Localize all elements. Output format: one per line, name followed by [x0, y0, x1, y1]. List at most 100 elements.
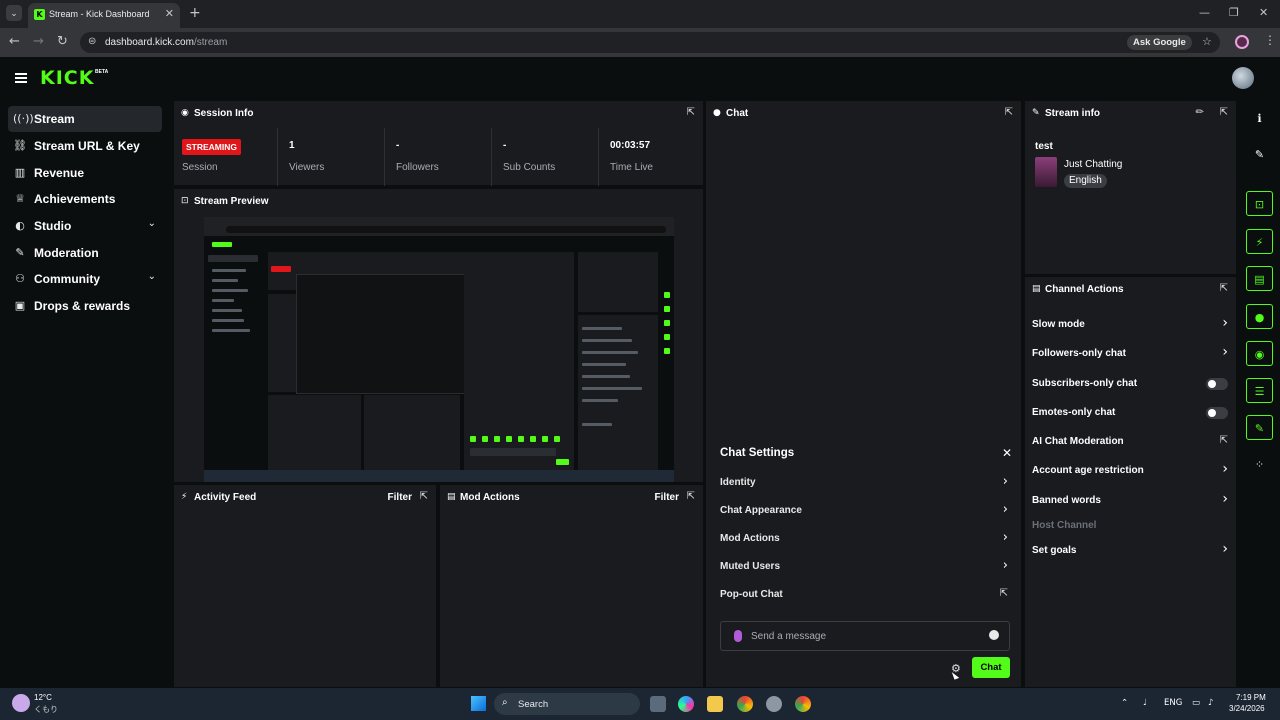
popout-icon[interactable]: ⇱: [1220, 283, 1228, 294]
ask-google-button[interactable]: Ask Google: [1127, 35, 1192, 50]
popout-icon[interactable]: ⇱: [420, 491, 428, 502]
close-window-button[interactable]: ✕: [1259, 6, 1268, 19]
chat-bubble-icon[interactable]: ●: [1246, 304, 1273, 329]
preview-line: [582, 375, 630, 378]
sidebar-item-stream-url-key[interactable]: ⛓ Stream URL & Key: [8, 133, 162, 159]
emotes-only-toggle[interactable]: [1206, 407, 1228, 419]
menu-toggle-icon[interactable]: [15, 73, 27, 83]
popout-icon[interactable]: ⇱: [687, 107, 695, 118]
chat-send-button[interactable]: Chat: [972, 657, 1010, 678]
windows-start-icon[interactable]: [471, 696, 486, 711]
filter-button[interactable]: Filter: [655, 492, 679, 503]
subscribers-only-toggle[interactable]: [1206, 378, 1228, 390]
tab-close-icon[interactable]: ✕: [165, 7, 174, 20]
chat-message-input[interactable]: [751, 627, 981, 645]
wrench-icon[interactable]: ✎: [1246, 415, 1273, 440]
app-icon[interactable]: [766, 696, 782, 712]
copilot-icon[interactable]: [678, 696, 694, 712]
sidebar-item-stream[interactable]: ((·)) Stream: [8, 106, 162, 132]
task-view-icon[interactable]: [650, 696, 666, 712]
preview-browser-bar: [204, 217, 674, 236]
site-info-icon[interactable]: ⊜: [88, 36, 96, 47]
chat-setting-popout[interactable]: Pop-out Chat ⇱: [720, 585, 1010, 605]
action-set-goals[interactable]: Set goals ›: [1032, 540, 1230, 562]
sidebar-item-revenue[interactable]: ▥ Revenue: [8, 160, 162, 186]
file-explorer-icon[interactable]: [707, 696, 723, 712]
chat-setting-muted-users[interactable]: Muted Users ›: [720, 557, 1010, 577]
restore-button[interactable]: ❐: [1229, 6, 1239, 19]
sidebar-item-studio[interactable]: ◐ Studio ⌄: [8, 213, 162, 239]
preview-line: [212, 279, 238, 282]
emoji-icon[interactable]: [989, 630, 999, 640]
action-slow-mode[interactable]: Slow mode ›: [1032, 314, 1230, 336]
network-icon[interactable]: ▭: [1192, 698, 1200, 708]
stat-label: Time Live: [610, 162, 653, 173]
action-label: Set goals: [1032, 545, 1077, 556]
action-banned-words[interactable]: Banned words ›: [1032, 490, 1230, 512]
action-ai-moderation[interactable]: AI Chat Moderation ⇱: [1032, 431, 1230, 453]
sidebar-item-label: Achievements: [34, 192, 116, 206]
mic-tray-icon[interactable]: ♩: [1143, 698, 1147, 708]
volume-icon[interactable]: ♪: [1208, 698, 1213, 708]
clock-time[interactable]: 7:19 PM: [1236, 693, 1266, 702]
popout-icon[interactable]: ⇱: [687, 491, 695, 502]
stream-category: Just Chatting: [1064, 159, 1123, 170]
tab-search-button[interactable]: ⌄: [6, 5, 22, 21]
sidebar-item-community[interactable]: ⚇ Community ⌄: [8, 266, 162, 292]
new-tab-button[interactable]: +: [189, 5, 201, 21]
browser-menu-icon[interactable]: ⋮: [1264, 33, 1276, 47]
browser-toolbar: ← → ↻ ⊜ dashboard.kick.com/stream Ask Go…: [0, 28, 1280, 57]
mic-icon[interactable]: [734, 630, 742, 642]
chrome-active-icon[interactable]: [795, 696, 811, 712]
clock-date[interactable]: 3/24/2026: [1229, 704, 1265, 713]
sidebar-item-moderation[interactable]: ✎ Moderation: [8, 240, 162, 266]
chrome-icon[interactable]: [737, 696, 753, 712]
browser-tabstrip: ⌄ K Stream - Kick Dashboard ✕ + — ❐ ✕: [0, 0, 1280, 28]
profile-icon[interactable]: [1235, 35, 1249, 49]
tray-chevron-icon[interactable]: ⌃: [1121, 698, 1128, 708]
layout-icon[interactable]: ☰: [1246, 378, 1273, 403]
preview-sidebar: [204, 236, 264, 471]
close-icon[interactable]: ✕: [1002, 446, 1012, 460]
weather-icon[interactable]: [12, 694, 30, 712]
pencil-icon[interactable]: ✏: [1196, 107, 1204, 118]
address-bar[interactable]: ⊜ dashboard.kick.com/stream Ask Google ☆: [80, 32, 1220, 53]
app-header: KICK BETA: [0, 57, 1280, 100]
chevron-right-icon: ›: [1002, 558, 1008, 573]
kick-logo[interactable]: KICK: [40, 67, 94, 89]
language-indicator[interactable]: ENG: [1164, 698, 1182, 708]
sidebar-item-label: Stream URL & Key: [34, 139, 140, 153]
chat-setting-identity[interactable]: Identity ›: [720, 473, 1010, 493]
pencil-icon[interactable]: ✎: [1246, 142, 1273, 167]
back-button[interactable]: ←: [9, 34, 20, 49]
chat-setting-mod-actions[interactable]: Mod Actions ›: [720, 529, 1010, 549]
chat-bubble-icon: ●: [713, 108, 721, 118]
activity-feed-panel: ⚡ Activity Feed Filter ⇱: [174, 485, 436, 687]
broadcast-icon[interactable]: ◉: [1246, 341, 1273, 366]
weather-temp: 12°C: [34, 693, 52, 702]
sidebar-item-achievements[interactable]: ♕ Achievements: [8, 186, 162, 212]
chevron-right-icon: ›: [1002, 530, 1008, 545]
popout-icon[interactable]: ⇱: [1005, 107, 1013, 118]
taskbar-search[interactable]: ⌕ Search: [494, 693, 640, 715]
settings-dots-icon[interactable]: ⁘: [1246, 452, 1273, 477]
bookmark-star-icon[interactable]: ☆: [1202, 35, 1212, 48]
user-avatar[interactable]: [1232, 67, 1254, 89]
document-icon[interactable]: ▤: [1246, 266, 1273, 291]
bolt-icon[interactable]: ⚡: [1246, 229, 1273, 254]
stream-preview-video[interactable]: [204, 217, 674, 482]
wrench-icon: ✎: [15, 246, 25, 259]
popout-icon[interactable]: ⇱: [1220, 107, 1228, 118]
sidebar-item-drops-rewards[interactable]: ▣ Drops & rewards: [8, 293, 162, 319]
info-icon[interactable]: ℹ: [1246, 106, 1273, 131]
panel-title: Stream info: [1045, 108, 1101, 119]
chat-setting-appearance[interactable]: Chat Appearance ›: [720, 501, 1010, 521]
forward-button[interactable]: →: [33, 34, 44, 49]
reload-button[interactable]: ↻: [57, 34, 68, 49]
capture-icon[interactable]: ⊡: [1246, 191, 1273, 216]
minimize-button[interactable]: —: [1199, 6, 1210, 19]
browser-tab-active[interactable]: K Stream - Kick Dashboard ✕: [28, 3, 180, 28]
action-account-age[interactable]: Account age restriction ›: [1032, 460, 1230, 482]
action-followers-only[interactable]: Followers-only chat ›: [1032, 343, 1230, 365]
filter-button[interactable]: Filter: [388, 492, 412, 503]
